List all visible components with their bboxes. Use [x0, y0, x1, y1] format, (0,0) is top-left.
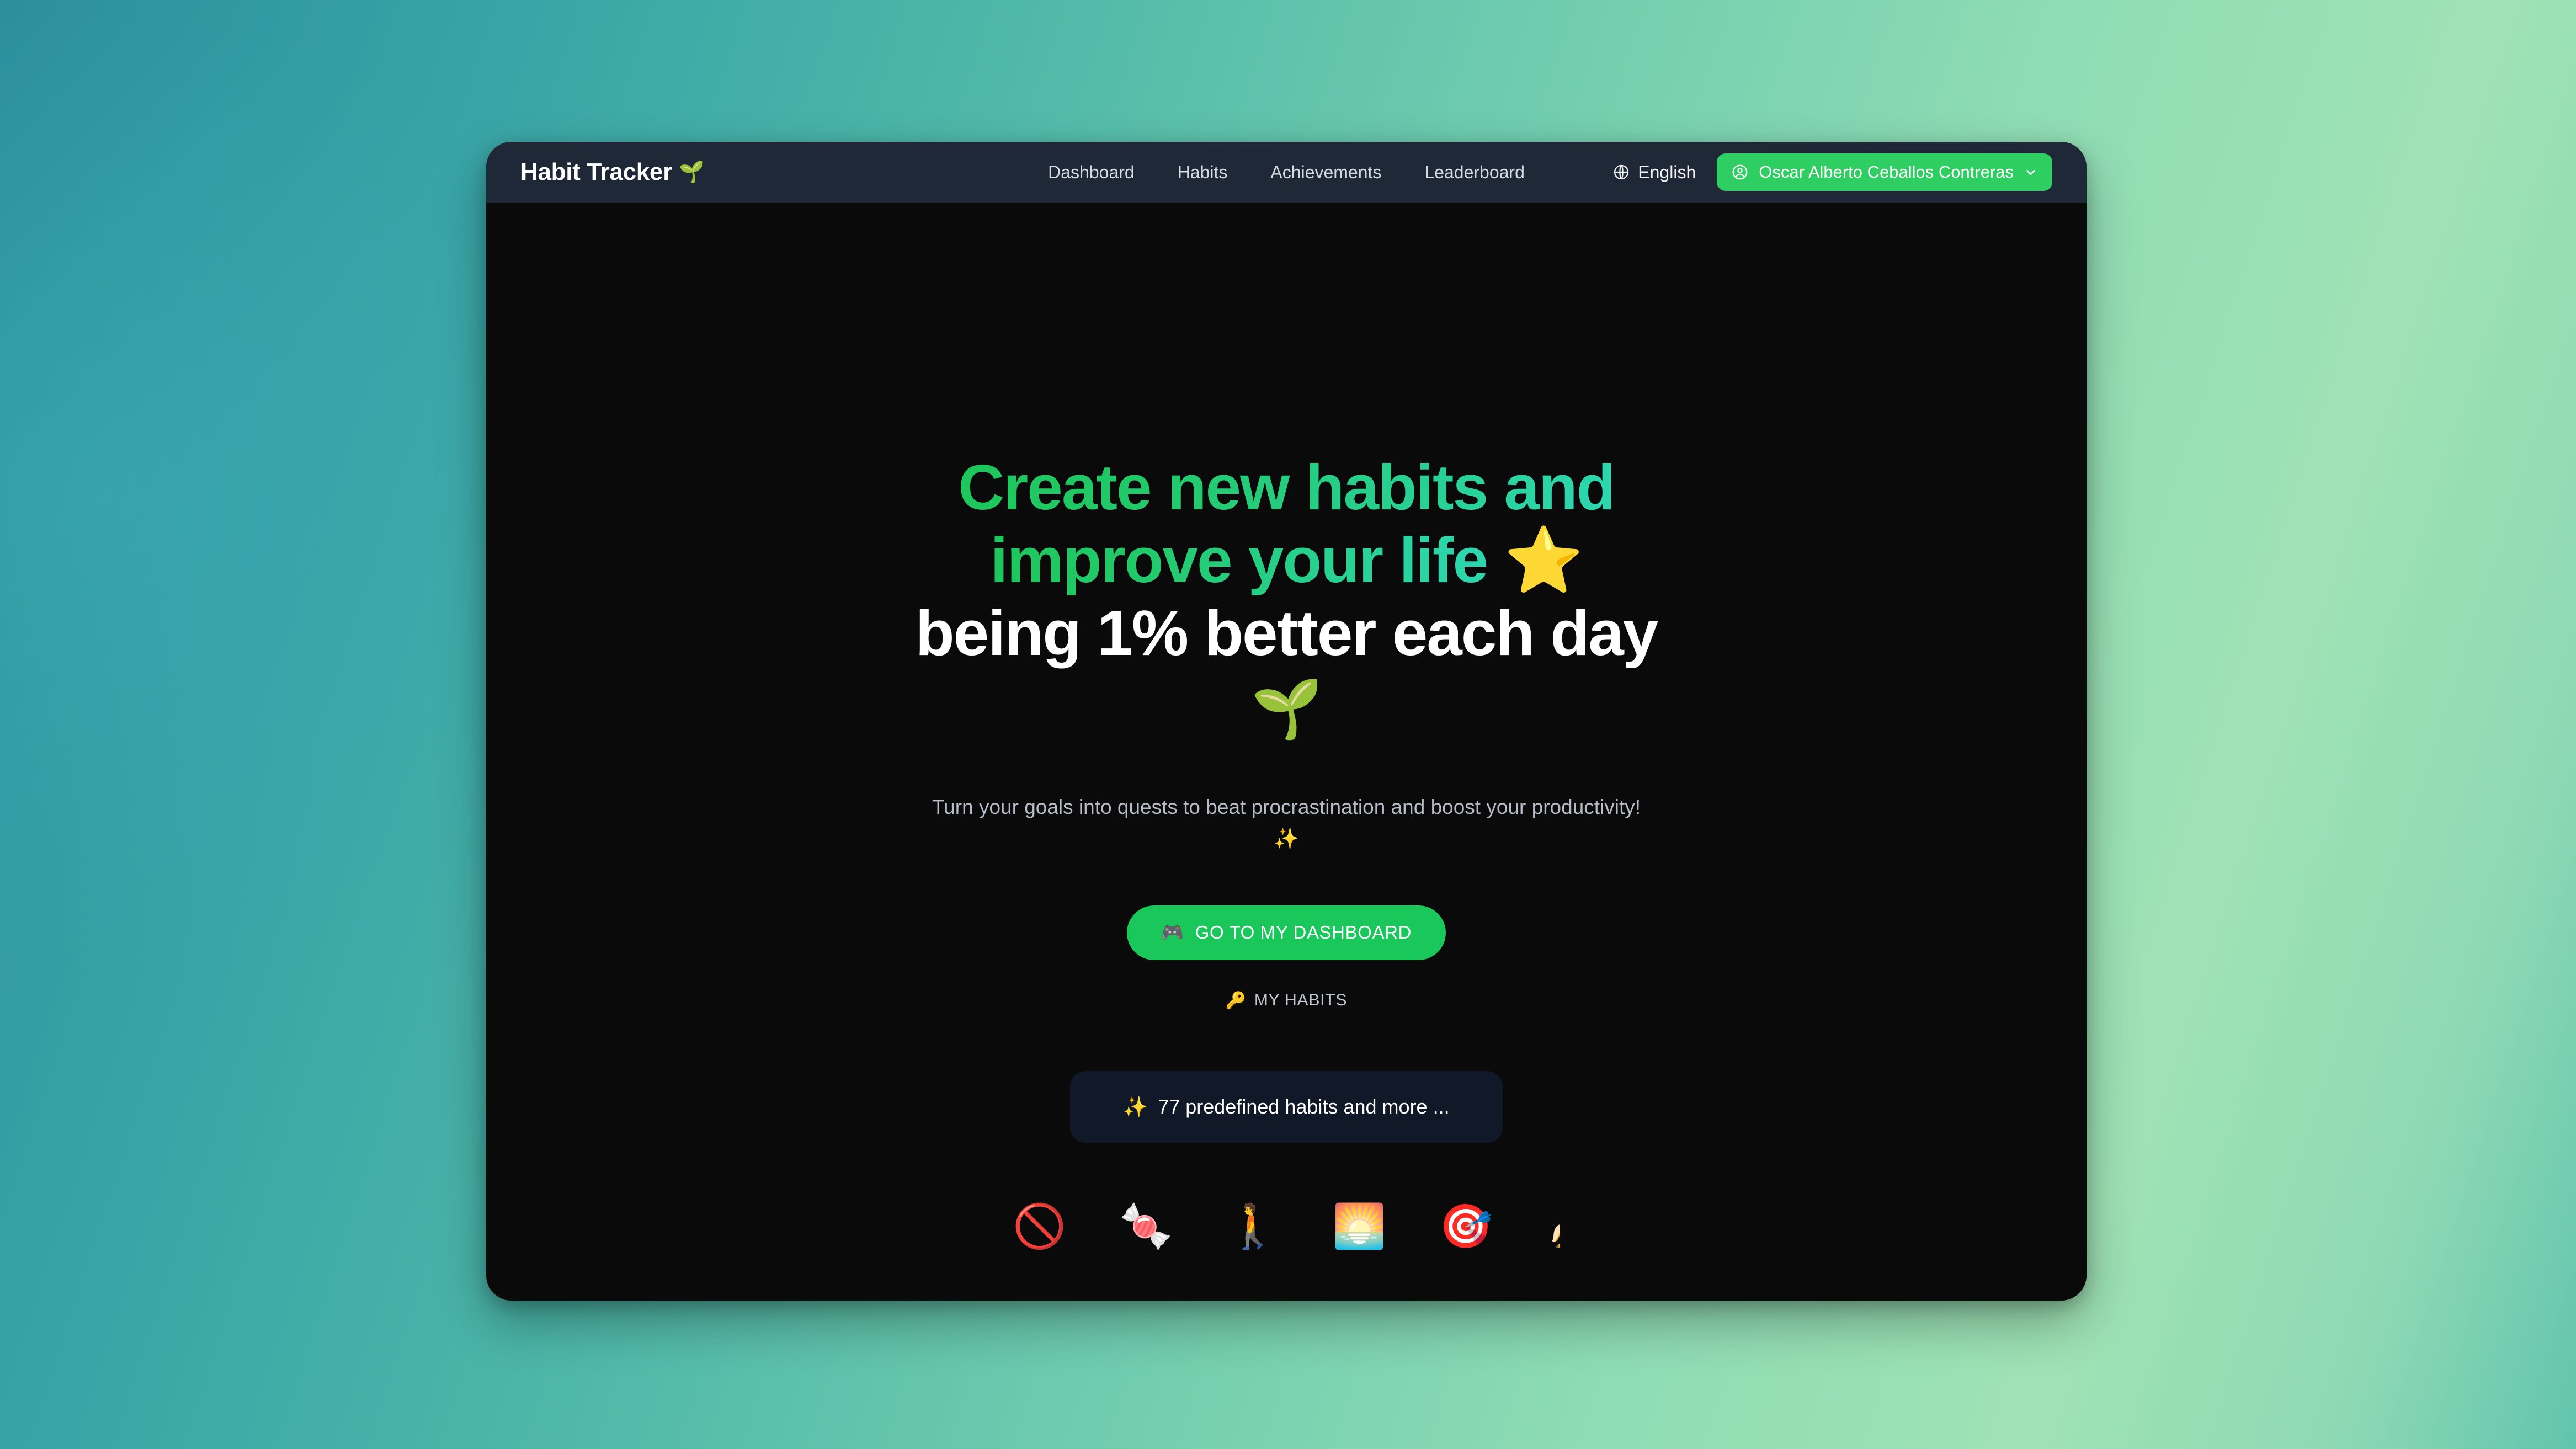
language-selector[interactable]: English: [1612, 162, 1696, 183]
nav-right-group: English Oscar Alberto Ceballos Contreras: [1612, 153, 2052, 191]
nav-item-achievements[interactable]: Achievements: [1270, 162, 1381, 183]
hero-subtitle-text: Turn your goals into quests to beat proc…: [932, 795, 1641, 818]
target-icon: 🎯: [1439, 1201, 1493, 1250]
top-navigation-bar: Habit Tracker 🌱 Dashboard Habits Achieve…: [486, 142, 2087, 203]
go-to-dashboard-button[interactable]: 🎮 GO TO MY DASHBOARD: [1127, 905, 1446, 960]
nav-item-leaderboard[interactable]: Leaderboard: [1424, 162, 1524, 183]
browser-window: Habit Tracker 🌱 Dashboard Habits Achieve…: [486, 142, 2087, 1301]
walking-person-icon: 🚶: [1226, 1201, 1280, 1250]
seedling-emoji: 🌱: [1251, 676, 1322, 741]
go-to-dashboard-label: GO TO MY DASHBOARD: [1195, 922, 1412, 943]
headline-line-2: improve your life: [990, 524, 1488, 596]
sparkles-icon: ✨: [1123, 1095, 1148, 1118]
key-icon: 🔑: [1225, 991, 1247, 1010]
predefined-habits-text: 77 predefined habits and more ...: [1158, 1095, 1450, 1118]
main-nav-links: Dashboard Habits Achievements Leaderboar…: [1048, 162, 1525, 183]
account-circle-icon: [1731, 163, 1749, 181]
my-habits-label: MY HABITS: [1254, 991, 1348, 1010]
headline-line-1: Create new habits and: [958, 451, 1615, 523]
predefined-habits-card[interactable]: ✨ 77 predefined habits and more ...: [1070, 1070, 1503, 1143]
habit-emoji-strip: 🚫 🍬 🚶 🌅 🎯 🍌: [1013, 1205, 1560, 1248]
hero-section: Create new habits and improve your life …: [486, 203, 2087, 1301]
globe-icon: [1612, 163, 1630, 181]
user-name-label: Oscar Alberto Ceballos Contreras: [1759, 162, 2014, 182]
prohibited-icon: 🚫: [1013, 1201, 1067, 1250]
page-title: Create new habits and improve your life …: [915, 451, 1658, 743]
game-controller-icon: 🎮: [1161, 921, 1184, 942]
banana-icon: 🍌: [1546, 1205, 1560, 1248]
app-title: Habit Tracker: [520, 158, 672, 185]
my-habits-link[interactable]: 🔑 MY HABITS: [1226, 991, 1348, 1010]
star-icon: ⭐: [1504, 524, 1583, 596]
nav-item-habits[interactable]: Habits: [1178, 162, 1228, 183]
app-logo[interactable]: Habit Tracker 🌱: [520, 158, 705, 186]
sunrise-icon: 🌅: [1332, 1201, 1386, 1250]
candy-icon: 🍬: [1119, 1201, 1173, 1250]
chevron-down-icon: [2024, 165, 2038, 179]
nav-item-dashboard[interactable]: Dashboard: [1048, 162, 1135, 183]
hero-subtitle: Turn your goals into quests to beat proc…: [932, 791, 1641, 855]
user-menu-button[interactable]: Oscar Alberto Ceballos Contreras: [1717, 153, 2052, 191]
headline-line-3: being 1% better each day: [915, 597, 1658, 669]
language-label: English: [1638, 162, 1696, 182]
seedling-icon: 🌱: [678, 161, 705, 184]
sparkles-icon: ✨: [1273, 827, 1300, 850]
